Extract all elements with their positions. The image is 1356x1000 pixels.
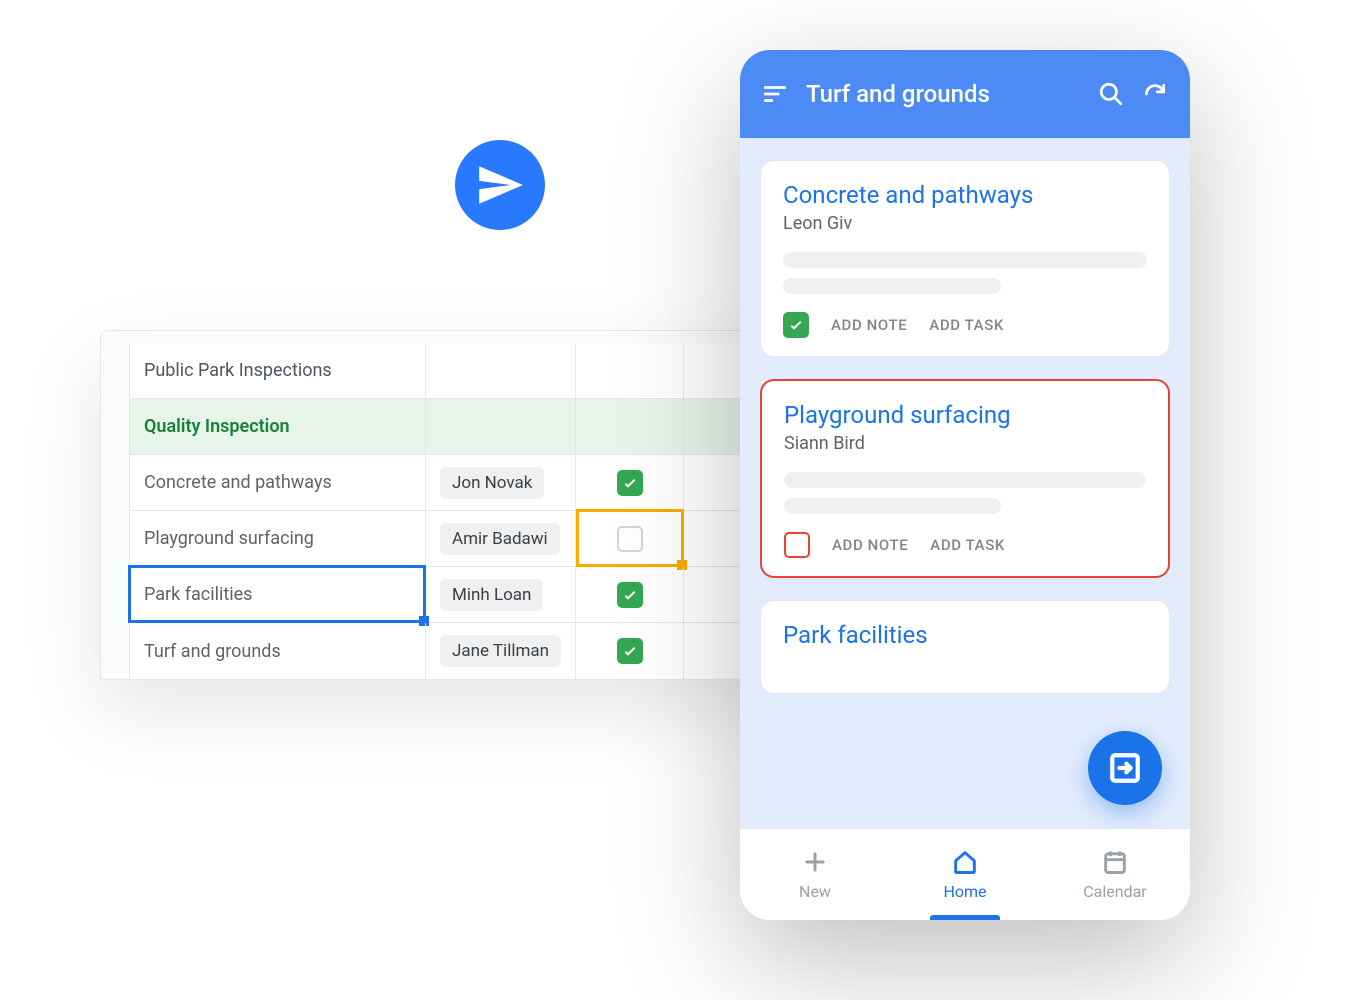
sheet-data-row[interactable]: Concrete and pathways Jon Novak: [130, 455, 819, 511]
phone-mockup: Turf and grounds Concrete and pathways L…: [740, 50, 1190, 920]
task-card[interactable]: Park facilities: [760, 600, 1170, 694]
arrow-enter-icon: [1108, 751, 1142, 785]
spreadsheet-panel: Public Park Inspections Quality Inspecti…: [100, 330, 820, 680]
task-name: Park facilities: [130, 567, 426, 622]
tab-label: Calendar: [1083, 882, 1146, 901]
phone-title: Turf and grounds: [806, 80, 1080, 108]
card-subtitle: Leon Giv: [783, 213, 1147, 234]
add-task-button[interactable]: ADD TASK: [930, 536, 1005, 554]
task-card[interactable]: Concrete and pathways Leon Giv ADD NOTE …: [760, 160, 1170, 357]
refresh-icon[interactable]: [1142, 81, 1168, 107]
tab-label: New: [799, 882, 831, 901]
check-icon: [622, 587, 638, 603]
sheet-title-row[interactable]: Public Park Inspections: [130, 343, 819, 399]
card-title: Concrete and pathways: [783, 181, 1147, 209]
add-task-button[interactable]: ADD TASK: [929, 316, 1004, 334]
sheet-section: Quality Inspection: [130, 399, 426, 454]
task-name: Concrete and pathways: [130, 455, 426, 510]
sheet-data-row[interactable]: Playground surfacing Amir Badawi: [130, 511, 819, 567]
fab-button[interactable]: [1088, 731, 1162, 805]
sheet-title: Public Park Inspections: [130, 343, 426, 398]
add-note-button[interactable]: ADD NOTE: [832, 536, 908, 554]
check-icon: [622, 643, 638, 659]
plus-icon: [801, 848, 829, 876]
calendar-icon: [1101, 848, 1129, 876]
phone-header: Turf and grounds: [740, 50, 1190, 138]
card-subtitle: Siann Bird: [784, 433, 1146, 454]
checkbox-checked[interactable]: [617, 582, 643, 608]
home-icon: [951, 848, 979, 876]
checkbox-unchecked[interactable]: [617, 526, 643, 552]
tab-home[interactable]: Home: [890, 829, 1040, 920]
assignee-chip[interactable]: Jane Tillman: [440, 635, 561, 667]
tab-new[interactable]: New: [740, 829, 890, 920]
add-note-button[interactable]: ADD NOTE: [831, 316, 907, 334]
paper-plane-icon: [475, 160, 525, 210]
status-checked-icon[interactable]: [783, 312, 809, 338]
check-icon: [788, 317, 804, 333]
checkbox-checked[interactable]: [617, 470, 643, 496]
placeholder-line: [783, 278, 1001, 294]
task-card-alert[interactable]: Playground surfacing Siann Bird ADD NOTE…: [760, 379, 1170, 578]
status-unchecked-icon[interactable]: [784, 532, 810, 558]
sheet-data-row[interactable]: Turf and grounds Jane Tillman: [130, 623, 819, 679]
app-logo: [455, 140, 545, 230]
placeholder-line: [784, 498, 1001, 514]
phone-content[interactable]: Concrete and pathways Leon Giv ADD NOTE …: [740, 138, 1190, 828]
assignee-chip[interactable]: Jon Novak: [440, 467, 544, 499]
card-title: Playground surfacing: [784, 401, 1146, 429]
sheet-section-row[interactable]: Quality Inspection: [130, 399, 819, 455]
task-name: Playground surfacing: [130, 511, 426, 566]
card-title: Park facilities: [783, 621, 1147, 649]
check-icon: [622, 475, 638, 491]
task-name: Turf and grounds: [130, 623, 426, 679]
phone-tabbar: New Home Calendar: [740, 828, 1190, 920]
search-icon[interactable]: [1098, 81, 1124, 107]
menu-sort-icon[interactable]: [762, 81, 788, 107]
assignee-chip[interactable]: Minh Loan: [440, 579, 543, 611]
checkbox-checked[interactable]: [617, 638, 643, 664]
assignee-chip[interactable]: Amir Badawi: [440, 523, 560, 555]
sheet-data-row[interactable]: Park facilities Minh Loan: [130, 567, 819, 623]
placeholder-line: [784, 472, 1146, 488]
tab-calendar[interactable]: Calendar: [1040, 829, 1190, 920]
tab-label: Home: [943, 882, 986, 901]
placeholder-line: [783, 252, 1147, 268]
